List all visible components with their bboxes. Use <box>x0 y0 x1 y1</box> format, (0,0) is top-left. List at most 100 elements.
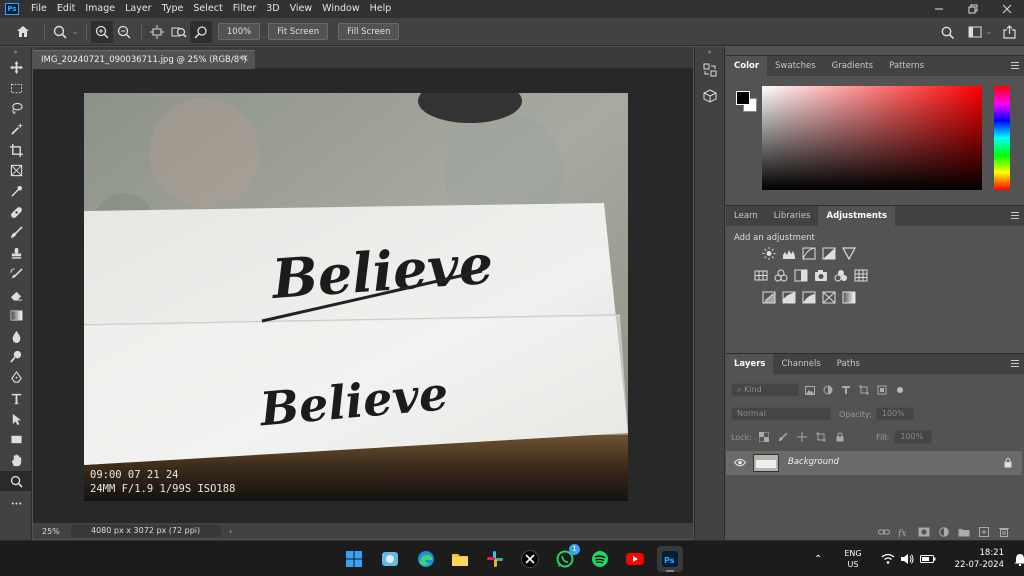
hue-slider[interactable] <box>994 86 1010 190</box>
collapse-toolbar-icon[interactable]: » <box>0 47 31 57</box>
menu-window[interactable]: Window <box>317 0 364 18</box>
panel-menu-icon[interactable] <box>1011 212 1019 219</box>
menu-help[interactable]: Help <box>365 0 397 18</box>
zoom-out-button[interactable] <box>113 21 135 43</box>
filter-type-layers[interactable] <box>839 383 853 397</box>
volume-icon[interactable] <box>900 553 914 565</box>
path-selection-tool[interactable] <box>0 409 32 430</box>
chevron-down-icon[interactable]: ⌄ <box>986 28 992 36</box>
posterize-icon[interactable] <box>782 291 796 304</box>
dodge-tool[interactable] <box>0 347 32 368</box>
hand-tool[interactable] <box>0 450 32 471</box>
selective-color-icon[interactable] <box>822 291 836 304</box>
wifi-icon[interactable] <box>881 553 895 565</box>
gradient-map-icon[interactable] <box>842 291 856 304</box>
tab-adjustments[interactable]: Adjustments <box>818 206 896 226</box>
chevron-down-icon[interactable]: ⌄ <box>72 28 78 36</box>
chevron-up-icon[interactable]: ⌃ <box>814 554 828 565</box>
color-balance-icon[interactable] <box>774 269 788 282</box>
history-panel-button[interactable] <box>695 57 725 83</box>
opacity-input[interactable]: 100% <box>875 407 914 421</box>
tab-layers[interactable]: Layers <box>726 354 774 374</box>
close-icon[interactable]: × <box>241 53 249 64</box>
link-layers-icon[interactable] <box>878 527 890 537</box>
trash-icon[interactable] <box>998 527 1010 537</box>
layer-filter-kind[interactable]: ⌕ Kind <box>731 383 799 397</box>
pen-tool[interactable] <box>0 367 32 388</box>
levels-icon[interactable] <box>782 247 796 260</box>
document-tab[interactable]: IMG_20240721_090036711.jpg @ 25% (RGB/8*… <box>33 50 255 69</box>
fill-screen-button[interactable]: Fill Screen <box>338 23 400 40</box>
tab-swatches[interactable]: Swatches <box>767 56 824 76</box>
start-button[interactable] <box>341 546 367 572</box>
color-field[interactable] <box>762 86 982 190</box>
fx-icon[interactable]: fx <box>898 527 910 537</box>
close-window-button[interactable] <box>990 0 1024 18</box>
color-lookup-icon[interactable] <box>854 269 868 282</box>
black-white-icon[interactable] <box>794 269 808 282</box>
menu-type[interactable]: Type <box>157 0 189 18</box>
layer-row-background[interactable]: Background <box>726 451 1022 475</box>
taskbar-app-youtube[interactable] <box>622 546 648 572</box>
adjustment-layer-icon[interactable] <box>938 527 950 537</box>
filter-adjustment-layers[interactable] <box>821 383 835 397</box>
taskbar-app-slack[interactable] <box>482 546 508 572</box>
document-image[interactable]: Believe Believe 09:00 07 21 24 24MM F/1.… <box>84 93 628 501</box>
home-button[interactable] <box>12 21 34 43</box>
taskbar-app-photos[interactable] <box>377 546 403 572</box>
lock-image-pixels[interactable] <box>776 430 790 444</box>
zoom-in-button[interactable] <box>90 20 113 43</box>
notification-bell-icon[interactable] <box>1014 553 1024 566</box>
type-tool[interactable] <box>0 388 32 409</box>
blend-mode-select[interactable]: Normal <box>731 407 831 421</box>
share-button[interactable] <box>998 21 1020 43</box>
threshold-icon[interactable] <box>802 291 816 304</box>
eye-icon[interactable] <box>734 458 746 467</box>
photo-filter-icon[interactable] <box>814 269 828 282</box>
lock-transparent-pixels[interactable] <box>757 430 771 444</box>
curves-icon[interactable] <box>802 247 816 260</box>
lock-all[interactable] <box>833 430 847 444</box>
gradient-tool[interactable] <box>0 305 32 326</box>
filter-smart-objects[interactable] <box>875 383 889 397</box>
history-brush-tool[interactable] <box>0 264 32 285</box>
resize-windows-button[interactable] <box>146 21 168 43</box>
tab-color[interactable]: Color <box>726 56 768 76</box>
taskbar-app-edge[interactable] <box>413 546 439 572</box>
tab-channels[interactable]: Channels <box>773 354 828 374</box>
scrubby-zoom-button[interactable] <box>189 20 212 43</box>
zoom-level[interactable]: 25% <box>33 527 71 536</box>
invert-icon[interactable] <box>762 291 776 304</box>
menu-edit[interactable]: Edit <box>52 0 80 18</box>
lock-artboard[interactable] <box>814 430 828 444</box>
filter-pixel-layers[interactable] <box>803 383 817 397</box>
healing-brush-tool[interactable] <box>0 202 32 223</box>
minimize-button[interactable] <box>922 0 956 18</box>
tab-learn[interactable]: Learn <box>726 206 766 226</box>
eyedropper-tool[interactable] <box>0 181 32 202</box>
exposure-icon[interactable] <box>822 247 836 260</box>
hue-saturation-icon[interactable] <box>754 269 768 282</box>
fill-input[interactable]: 100% <box>894 430 933 444</box>
clone-stamp-tool[interactable] <box>0 243 32 264</box>
menu-view[interactable]: View <box>285 0 318 18</box>
brush-tool[interactable] <box>0 223 32 244</box>
marquee-tool[interactable] <box>0 78 32 99</box>
tab-patterns[interactable]: Patterns <box>881 56 932 76</box>
blur-tool[interactable] <box>0 326 32 347</box>
zoom-all-windows-button[interactable] <box>168 21 190 43</box>
lock-position[interactable] <box>795 430 809 444</box>
tab-libraries[interactable]: Libraries <box>766 206 819 226</box>
new-layer-icon[interactable] <box>978 527 990 537</box>
crop-tool[interactable] <box>0 140 32 161</box>
filter-shape-layers[interactable] <box>857 383 871 397</box>
menu-layer[interactable]: Layer <box>120 0 157 18</box>
chevron-right-icon[interactable]: › <box>229 527 232 536</box>
frame-tool[interactable] <box>0 160 32 181</box>
collapse-panels-icon[interactable]: « <box>695 47 724 57</box>
zoom-100-button[interactable]: 100% <box>217 23 261 40</box>
menu-file[interactable]: File <box>26 0 52 18</box>
foreground-color-swatch[interactable] <box>736 91 750 105</box>
tab-paths[interactable]: Paths <box>829 354 868 374</box>
rectangle-tool[interactable] <box>0 429 32 450</box>
